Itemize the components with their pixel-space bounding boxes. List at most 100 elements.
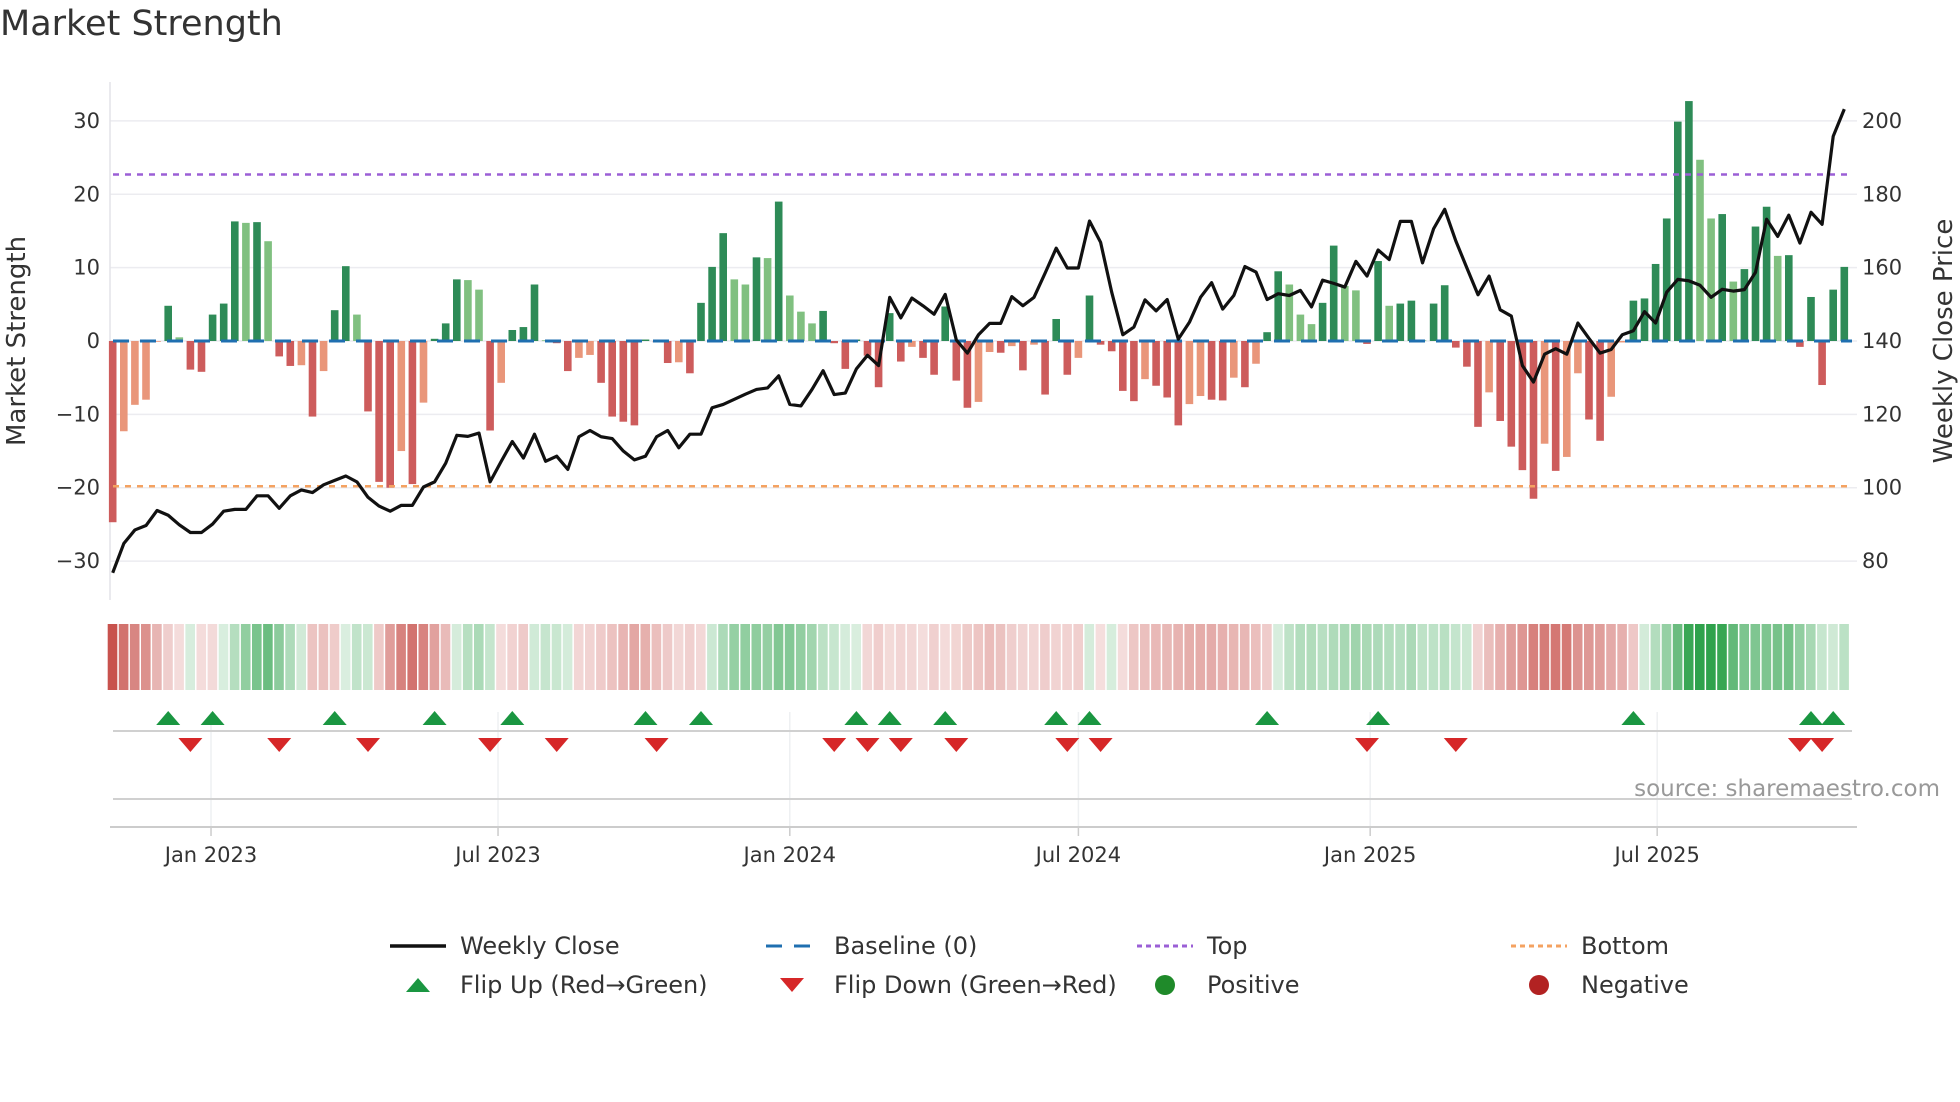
heat-cell (1750, 624, 1761, 690)
heat-cell (185, 624, 195, 690)
heat-cell (1717, 624, 1727, 690)
heat-cell (1839, 624, 1849, 690)
heat-cell (274, 624, 284, 690)
heat-cell (340, 624, 351, 690)
strength-bar (919, 341, 927, 358)
heat-cell (163, 624, 173, 690)
heat-cell (596, 624, 606, 690)
strength-bar (353, 314, 361, 341)
y2-tick-label: 80 (1862, 549, 1889, 573)
strength-bar (208, 314, 217, 341)
strength-bar (897, 341, 905, 362)
heat-cell (118, 624, 129, 690)
heat-cell (474, 624, 484, 690)
y-tick-label: 30 (73, 109, 100, 133)
strength-bar (497, 341, 505, 383)
flip-up-marker (844, 711, 869, 725)
heat-cell (174, 624, 184, 690)
y-tick-label: 0 (87, 329, 100, 353)
strength-bar (1196, 341, 1205, 397)
heat-cell (296, 624, 306, 690)
heat-cell (673, 624, 684, 690)
strength-bar (1385, 305, 1393, 341)
flip-marker-panel (113, 711, 1852, 827)
strength-bar (719, 233, 727, 341)
heat-cell (329, 624, 340, 690)
strength-bar (408, 341, 417, 485)
strength-bar (1485, 341, 1493, 393)
strength-bar (1141, 341, 1149, 380)
heat-cell (818, 624, 828, 690)
heat-cell (1140, 624, 1150, 690)
strength-bar (575, 341, 583, 358)
strength-bar (120, 341, 128, 432)
strength-bar (1429, 303, 1438, 341)
strength-bar (197, 341, 206, 372)
strength-bar (1807, 296, 1815, 341)
heat-cell (1017, 624, 1028, 690)
strength-bar (1529, 341, 1538, 499)
strength-bar (1463, 341, 1471, 367)
strength-bar (1640, 298, 1649, 341)
flip-up-marker (1255, 711, 1280, 725)
strength-bar (1307, 324, 1316, 341)
strength-bar (808, 323, 816, 341)
heat-cell (1728, 624, 1738, 690)
heat-cell (318, 624, 329, 690)
strength-bar (375, 341, 383, 482)
heat-cell (1695, 624, 1705, 690)
heat-cell (1783, 624, 1794, 690)
heat-cell (1295, 624, 1305, 690)
strength-bar (1718, 214, 1726, 341)
heat-cell (396, 624, 406, 690)
strength-bar (253, 222, 261, 341)
flip-up-marker (422, 711, 447, 725)
heat-cell (1029, 624, 1039, 690)
legend-label: Weekly Close (460, 932, 620, 960)
strength-bar (330, 310, 339, 341)
heat-cell (651, 624, 662, 690)
strength-bar (1674, 121, 1682, 342)
flip-up-marker (200, 711, 225, 725)
heat-cell (1350, 624, 1361, 690)
heat-cell (129, 624, 140, 690)
heat-cell (418, 624, 429, 690)
heat-cell (895, 624, 906, 690)
heat-cell (1317, 624, 1328, 690)
flip-down-marker (1787, 738, 1812, 752)
strength-bar (641, 339, 650, 341)
strength-bar (475, 289, 483, 341)
flip-down-marker (1055, 738, 1080, 752)
heat-cell (1373, 624, 1383, 690)
heat-cell (451, 624, 462, 690)
heat-cell (429, 624, 440, 690)
legend-label: Positive (1207, 971, 1300, 999)
y-axis-label: Market Strength (2, 236, 32, 446)
heat-cell (718, 624, 728, 690)
strength-bars (108, 101, 1849, 523)
heat-cell (1772, 624, 1783, 690)
flip-down-marker (267, 738, 292, 752)
strength-bar (1107, 341, 1116, 352)
strength-bar (1474, 341, 1482, 427)
x-tick-label: Jan 2024 (742, 843, 837, 867)
strength-bar (686, 341, 694, 374)
flip-down-marker (1810, 738, 1835, 752)
heat-cell (1584, 624, 1594, 690)
flip-up-marker (500, 711, 525, 725)
strength-bar (1218, 341, 1227, 401)
y-tick-label: −20 (56, 476, 100, 500)
legend-item: Top (1137, 932, 1248, 960)
heat-cell (1683, 624, 1694, 690)
heat-cell (351, 624, 362, 690)
heat-cell (496, 624, 506, 690)
heat-cell (1095, 624, 1106, 690)
heat-cell (984, 624, 995, 690)
heat-cell (440, 624, 451, 690)
heat-cell (1051, 624, 1061, 690)
strength-bar (1185, 341, 1194, 405)
heat-cell (1572, 624, 1583, 690)
heat-cell (1595, 624, 1605, 690)
strength-bar (1574, 341, 1582, 374)
strength-bar (774, 201, 783, 341)
